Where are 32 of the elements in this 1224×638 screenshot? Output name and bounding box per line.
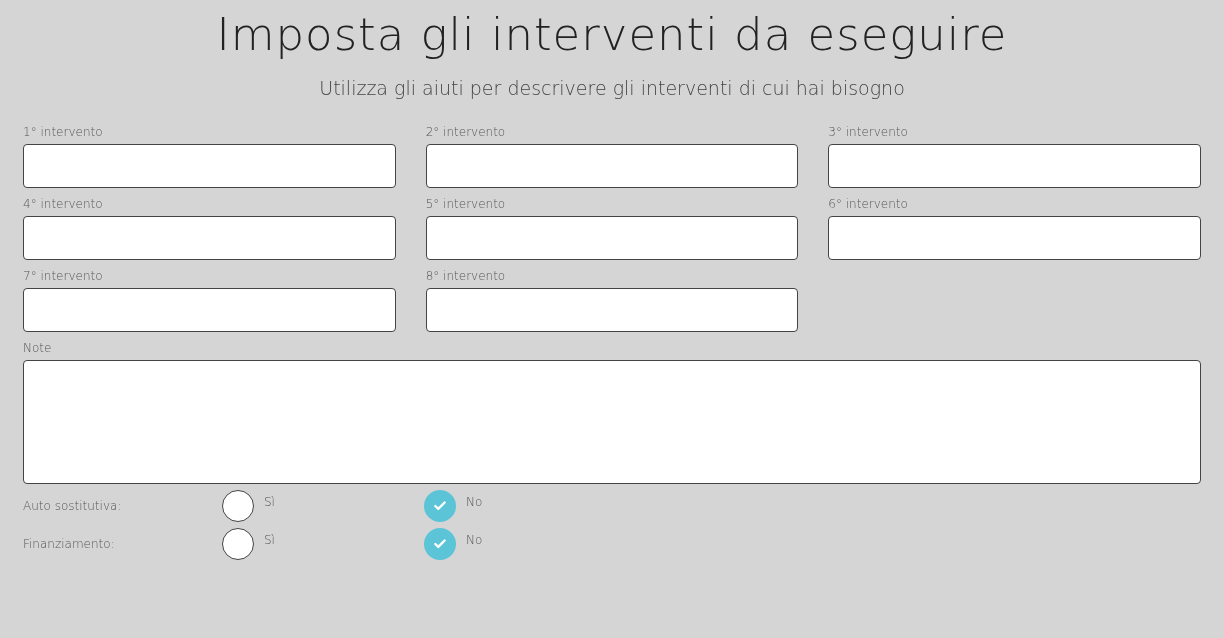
field-label: 6° intervento: [828, 196, 909, 212]
choice-label: Auto sostitutiva:: [23, 498, 123, 515]
option-label: Sì: [264, 532, 275, 549]
field-label: 4° intervento: [23, 196, 104, 212]
field-label: Note: [23, 340, 53, 356]
input-field[interactable]: [425, 288, 799, 332]
check-icon: [433, 499, 447, 513]
field-label: 7° intervento: [23, 268, 104, 284]
radio-button[interactable]: [424, 490, 456, 522]
input-field[interactable]: [425, 216, 799, 260]
page-subtitle: Utilizza gli aiuti per descrivere gli interventi di cui hai bisogno: [318, 79, 906, 98]
field-label: 5° intervento: [425, 196, 507, 212]
radio-button[interactable]: [222, 528, 254, 560]
field-label: 1° intervento: [23, 124, 104, 140]
input-field[interactable]: [23, 288, 396, 332]
option-label: Sì: [264, 494, 275, 511]
field-label: 8° intervento: [425, 268, 507, 284]
input-field[interactable]: [23, 216, 396, 260]
input-field[interactable]: [23, 144, 396, 188]
input-field[interactable]: [828, 216, 1201, 260]
field-label: 2° intervento: [425, 124, 507, 140]
input-field[interactable]: [828, 144, 1201, 188]
input-field[interactable]: [425, 144, 799, 188]
radio-button[interactable]: [222, 490, 254, 522]
page-title: Imposta gli interventi da eseguire: [215, 7, 1009, 57]
field-label: 3° intervento: [828, 124, 909, 140]
notes-field[interactable]: [23, 360, 1201, 484]
choice-label: Finanziamento:: [23, 536, 116, 553]
option-label: No: [466, 494, 483, 511]
check-icon: [433, 537, 447, 551]
option-label: No: [466, 532, 483, 549]
radio-button[interactable]: [424, 528, 456, 560]
